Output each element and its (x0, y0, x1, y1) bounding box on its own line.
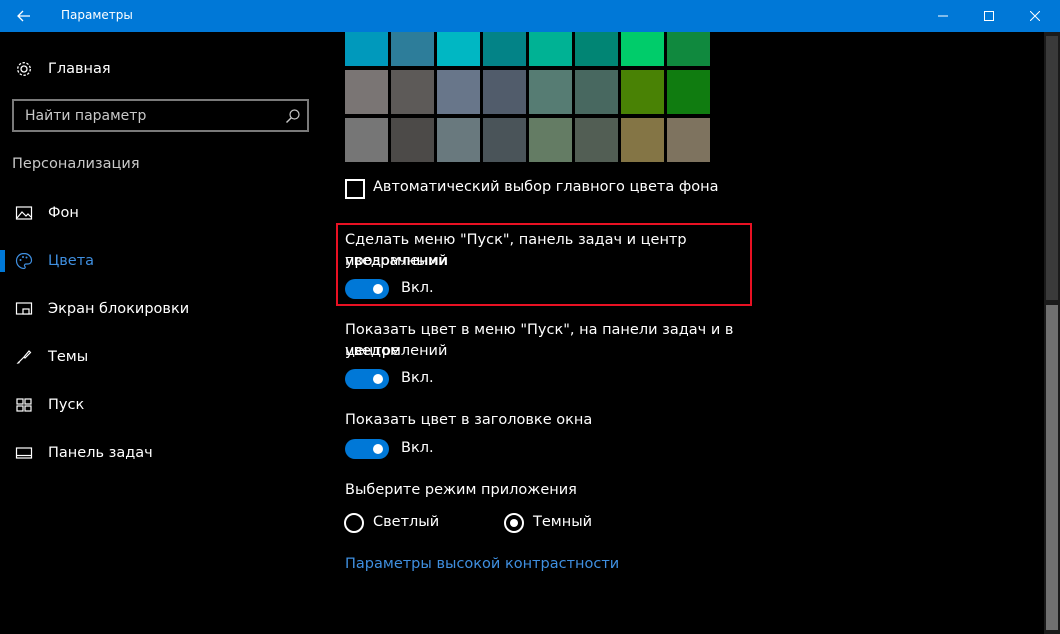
color-swatch[interactable] (437, 118, 480, 162)
search-box[interactable]: Найти параметр (12, 99, 309, 132)
color-swatch[interactable] (483, 32, 526, 66)
sidebar-item-label: Панель задач (48, 445, 153, 461)
radio-light-label: Светлый (373, 514, 440, 530)
color-swatch[interactable] (437, 32, 480, 66)
transparency-toggle[interactable] (345, 279, 389, 299)
maximize-button[interactable] (966, 0, 1012, 32)
sidebar-item-lock-screen[interactable]: Экран блокировки (0, 289, 320, 329)
color-swatch[interactable] (529, 32, 572, 66)
color-swatch[interactable] (575, 70, 618, 114)
color-swatch[interactable] (621, 32, 664, 66)
active-indicator (0, 250, 5, 272)
minimize-icon (938, 15, 948, 17)
picture-icon (15, 206, 33, 220)
show-color-title-title: Показать цвет в заголовке окна (345, 412, 593, 428)
gear-icon (17, 62, 31, 76)
radio-selected-dot (510, 519, 518, 527)
color-swatch[interactable] (529, 118, 572, 162)
nav-home-label: Главная (48, 61, 111, 77)
sidebar-item-start[interactable]: Пуск (0, 385, 320, 425)
sidebar-item-label: Пуск (48, 397, 85, 413)
nav-home[interactable]: Главная (0, 49, 320, 89)
radio-dark[interactable] (504, 513, 524, 533)
toggle-knob (373, 374, 383, 384)
transparency-state: Вкл. (401, 280, 434, 296)
sidebar: Главная Найти параметр Персонализация Фо… (0, 32, 320, 634)
window-title: Параметры (61, 8, 133, 22)
color-swatch[interactable] (575, 32, 618, 66)
search-icon[interactable] (285, 108, 301, 124)
high-contrast-link[interactable]: Параметры высокой контрастности (345, 556, 619, 572)
back-button[interactable] (0, 0, 48, 32)
color-swatch[interactable] (529, 70, 572, 114)
sidebar-item-background[interactable]: Фон (0, 193, 320, 233)
start-icon (16, 398, 32, 412)
color-swatch[interactable] (667, 118, 710, 162)
show-color-start-state: Вкл. (401, 370, 434, 386)
themes-icon (16, 350, 32, 364)
maximize-icon (984, 11, 994, 21)
search-input[interactable]: Найти параметр (25, 108, 146, 124)
sidebar-item-label: Цвета (48, 253, 95, 269)
color-swatch[interactable] (575, 118, 618, 162)
scrollbar-upper-region (1046, 36, 1058, 300)
toggle-knob (373, 284, 383, 294)
transparency-title-line2: прозрачными (345, 253, 449, 269)
color-swatch[interactable] (345, 70, 388, 114)
color-swatch[interactable] (391, 118, 434, 162)
radio-dark-label: Темный (533, 514, 593, 530)
auto-accent-checkbox[interactable] (345, 179, 365, 199)
lock-screen-icon (15, 302, 33, 315)
color-swatch[interactable] (437, 70, 480, 114)
color-swatch[interactable] (667, 32, 710, 66)
sidebar-item-themes[interactable]: Темы (0, 337, 320, 377)
color-swatch[interactable] (391, 32, 434, 66)
sidebar-item-colors[interactable]: Цвета (0, 241, 320, 281)
sidebar-item-label: Фон (48, 205, 79, 221)
toggle-knob (373, 444, 383, 454)
scrollbar-thumb[interactable] (1046, 305, 1058, 630)
radio-light[interactable] (344, 513, 364, 533)
sidebar-item-taskbar[interactable]: Панель задач (0, 433, 320, 473)
color-swatch[interactable] (345, 118, 388, 162)
color-swatch[interactable] (483, 118, 526, 162)
sidebar-item-label: Темы (48, 349, 89, 365)
close-button[interactable] (1012, 0, 1058, 32)
taskbar-icon (15, 447, 33, 459)
show-color-title-state: Вкл. (401, 440, 434, 456)
close-icon (1030, 11, 1040, 21)
show-color-title-toggle[interactable] (345, 439, 389, 459)
auto-accent-label: Автоматический выбор главного цвета фона (373, 179, 719, 195)
color-swatch[interactable] (667, 70, 710, 114)
color-swatch[interactable] (621, 70, 664, 114)
back-arrow-icon (17, 10, 30, 22)
section-heading: Персонализация (12, 156, 140, 172)
show-color-start-toggle[interactable] (345, 369, 389, 389)
sidebar-item-label: Экран блокировки (48, 301, 190, 317)
app-mode-title: Выберите режим приложения (345, 482, 577, 498)
show-color-start-title-line2: уведомлений (345, 343, 448, 359)
color-swatch[interactable] (483, 70, 526, 114)
color-swatch[interactable] (391, 70, 434, 114)
color-swatch[interactable] (621, 118, 664, 162)
color-swatch[interactable] (345, 32, 388, 66)
minimize-button[interactable] (920, 0, 966, 32)
palette-icon (15, 252, 33, 270)
title-bar: Параметры (0, 0, 1060, 32)
main-content: Автоматический выбор главного цвета фона… (320, 32, 1044, 634)
